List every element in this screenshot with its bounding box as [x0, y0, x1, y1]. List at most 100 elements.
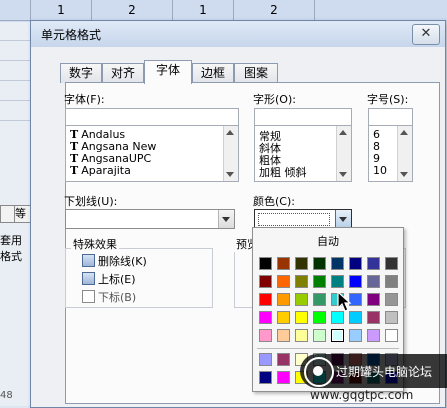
sheet-cell[interactable]: 2 — [92, 0, 173, 21]
color-swatch[interactable] — [331, 257, 344, 270]
color-swatch[interactable] — [367, 275, 380, 288]
color-dropdown-value — [258, 213, 330, 226]
color-swatch[interactable] — [259, 275, 272, 288]
style-list-scrollbar[interactable] — [336, 126, 351, 181]
underline-label: 下划线(U): — [64, 195, 118, 208]
scroll-down-icon[interactable] — [400, 172, 408, 177]
color-swatch[interactable] — [349, 329, 362, 342]
color-swatch[interactable] — [313, 293, 326, 306]
color-swatch[interactable] — [259, 329, 272, 342]
color-swatch[interactable] — [385, 293, 398, 306]
superscript-checkbox[interactable] — [82, 272, 95, 285]
sheet-cell[interactable]: 2 — [234, 0, 315, 21]
color-swatch[interactable] — [277, 311, 290, 324]
underline-dropdown[interactable] — [65, 209, 235, 229]
color-swatch[interactable] — [277, 329, 290, 342]
effects-label: 特殊效果 — [71, 236, 119, 252]
watermark-banner: 过期罐头电脑论坛 — [300, 354, 447, 388]
color-swatch[interactable] — [295, 257, 308, 270]
color-swatch[interactable] — [277, 371, 290, 384]
sheet-cell[interactable]: 1 — [173, 0, 234, 21]
subscript-label[interactable]: 下标(B) — [98, 289, 136, 305]
strikethrough-label[interactable]: 删除线(K) — [98, 253, 147, 269]
chevron-down-icon — [339, 217, 347, 222]
color-swatch[interactable] — [259, 257, 272, 270]
dialog-titlebar[interactable]: 单元格格式 ✕ — [31, 21, 445, 47]
color-swatch[interactable] — [295, 293, 308, 306]
color-dropdown[interactable] — [254, 209, 352, 229]
style-input[interactable] — [254, 108, 352, 126]
tab-border[interactable]: 边框 — [192, 63, 234, 83]
style-list[interactable]: 常规 斜体 粗体 加粗 倾斜 — [254, 125, 352, 182]
color-swatch[interactable] — [385, 275, 398, 288]
size-input[interactable] — [368, 108, 413, 126]
subscript-checkbox[interactable] — [82, 290, 95, 303]
color-swatch[interactable] — [367, 293, 380, 306]
color-swatch[interactable] — [331, 329, 344, 342]
color-swatch[interactable] — [349, 257, 362, 270]
scroll-up-icon[interactable] — [400, 130, 408, 135]
scroll-up-icon[interactable] — [226, 130, 234, 135]
sheet-cell[interactable]: 1 — [31, 0, 92, 21]
dialog-title: 单元格格式 — [41, 28, 102, 42]
list-item[interactable]: T Aparajita — [70, 164, 131, 177]
font-list-scrollbar[interactable] — [223, 126, 238, 181]
color-dropdown-button[interactable] — [335, 210, 351, 228]
strikethrough-checkbox[interactable] — [82, 254, 95, 267]
sheet-cell[interactable] — [0, 0, 31, 21]
tab-alignment[interactable]: 对齐 — [102, 63, 144, 83]
color-swatch[interactable] — [277, 275, 290, 288]
color-swatch[interactable] — [385, 329, 398, 342]
watermark-text: 过期罐头电脑论坛 — [336, 365, 433, 379]
size-list[interactable]: 6 8 9 10 — [368, 125, 413, 182]
color-swatch[interactable] — [259, 293, 272, 306]
tab-font[interactable]: 字体 — [144, 60, 192, 84]
color-swatch[interactable] — [313, 311, 326, 324]
color-swatch[interactable] — [367, 257, 380, 270]
color-swatch[interactable] — [277, 293, 290, 306]
row-number: 48 — [0, 390, 13, 401]
color-swatch[interactable] — [295, 329, 308, 342]
grid-line — [0, 80, 30, 81]
color-swatch[interactable] — [367, 311, 380, 324]
color-swatch[interactable] — [313, 329, 326, 342]
chevron-down-icon — [222, 217, 230, 222]
watermark-logo-icon — [304, 357, 334, 387]
color-swatch[interactable] — [313, 275, 326, 288]
underline-dropdown-button[interactable] — [218, 210, 234, 228]
color-swatch[interactable] — [331, 275, 344, 288]
close-button[interactable]: ✕ — [412, 24, 440, 45]
list-item[interactable]: 10 — [373, 164, 387, 177]
side-format-text: 套用格式 — [0, 234, 22, 263]
font-name: Aparajita — [81, 164, 131, 177]
scroll-down-icon[interactable] — [226, 172, 234, 177]
superscript-label[interactable]: 上标(E) — [98, 271, 136, 287]
color-swatch[interactable] — [295, 311, 308, 324]
color-swatch[interactable] — [277, 257, 290, 270]
sheet-left-strip: 等于 套用格式 48 — [0, 22, 32, 406]
color-swatch[interactable] — [295, 275, 308, 288]
color-swatch[interactable] — [385, 257, 398, 270]
grid-line — [0, 60, 30, 61]
automatic-color-button[interactable]: 自动 — [258, 233, 398, 251]
tab-patterns[interactable]: 图案 — [234, 63, 278, 83]
color-swatch[interactable] — [259, 311, 272, 324]
size-list-scrollbar[interactable] — [397, 126, 412, 181]
color-swatch[interactable] — [259, 371, 272, 384]
list-item[interactable]: 加粗 倾斜 — [259, 164, 307, 180]
font-input[interactable] — [65, 108, 239, 126]
color-swatch[interactable] — [385, 311, 398, 324]
color-swatch[interactable] — [313, 257, 326, 270]
scroll-up-icon[interactable] — [339, 130, 347, 135]
scroll-down-icon[interactable] — [339, 172, 347, 177]
watermark-url: www.gqgtpc.com — [310, 388, 414, 402]
truetype-icon: T — [70, 164, 79, 177]
palette-separator — [257, 348, 399, 349]
color-swatch[interactable] — [277, 353, 290, 366]
color-swatch[interactable] — [367, 329, 380, 342]
color-swatch[interactable] — [259, 353, 272, 366]
font-list[interactable]: T Andalus T Angsana New T AngsanaUPC T Apara… — [65, 125, 239, 182]
color-swatch[interactable] — [349, 275, 362, 288]
tab-number[interactable]: 数字 — [60, 63, 102, 83]
grid-line — [0, 100, 30, 101]
